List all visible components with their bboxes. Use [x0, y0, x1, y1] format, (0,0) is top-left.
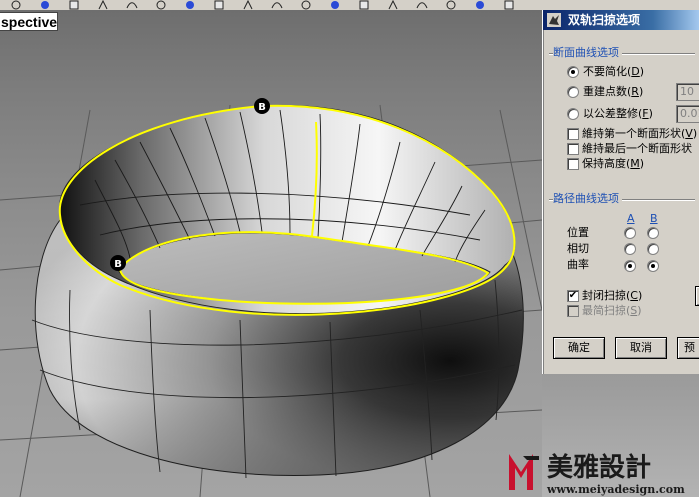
cone-icon[interactable] [416, 0, 428, 10]
sweep-icon[interactable] [126, 0, 138, 10]
curve-tool-icon[interactable] [10, 0, 22, 10]
watermark-brand: 美雅設計 [547, 452, 651, 483]
rebuild-count-field[interactable]: 10 [676, 83, 699, 101]
loft-icon[interactable] [184, 0, 196, 10]
label-closed-sweep: 封闭扫掠(C) [582, 289, 643, 302]
radio-position-a[interactable] [624, 227, 636, 239]
torus-icon[interactable] [358, 0, 370, 10]
watermark-url: www.meiyadesign.com [546, 483, 685, 496]
label-no-simplify: 不要简化(D) [583, 65, 645, 78]
revolve-icon[interactable] [155, 0, 167, 10]
label-keep-first-shape: 維持第一个断面形状(V) [582, 127, 698, 140]
dialog-title: 双轨扫掠选项 [568, 13, 641, 27]
label-maintain-height: 保持高度(M) [582, 157, 645, 170]
svg-text:B: B [114, 259, 122, 270]
radio-rebuild[interactable] [567, 86, 579, 98]
point-label-b-left[interactable]: B [110, 255, 126, 271]
radio-curvature-b[interactable] [647, 260, 659, 272]
layer-icon[interactable] [68, 0, 80, 10]
label-tangency: 相切 [567, 242, 589, 255]
extrude-icon[interactable] [445, 0, 457, 10]
side-button-stub[interactable] [695, 286, 699, 306]
viewport-title[interactable]: spective [0, 12, 58, 31]
main-toolbar [0, 0, 699, 10]
radio-tangency-a[interactable] [624, 243, 636, 255]
shell-icon[interactable] [474, 0, 486, 10]
meiya-design-watermark: 美雅設計 www.meiyadesign.com [509, 452, 685, 496]
check-keep-first-shape[interactable] [567, 128, 579, 140]
patch-icon[interactable] [242, 0, 254, 10]
radio-curvature-a[interactable] [624, 260, 636, 272]
column-header-a: A [627, 212, 635, 225]
check-maintain-height[interactable] [567, 158, 579, 170]
radio-no-simplify[interactable] [567, 66, 579, 78]
label-position: 位置 [567, 226, 589, 239]
point-icon[interactable] [97, 0, 109, 10]
check-closed-sweep[interactable]: ✔ [567, 290, 579, 302]
perspective-viewport[interactable]: B B spective [0, 10, 542, 497]
refit-tolerance-field[interactable]: 0.01 [676, 105, 699, 123]
cancel-button[interactable]: 取消 [615, 337, 667, 359]
blend-icon[interactable] [271, 0, 283, 10]
check-keep-last-shape[interactable] [567, 143, 579, 155]
box-icon[interactable] [387, 0, 399, 10]
check-simple-sweep [567, 305, 579, 317]
section-label-cross: 断面曲线选项 [553, 46, 622, 60]
radio-refit[interactable] [567, 108, 579, 120]
sweep2-options-dialog: 双轨扫掠选项 断面曲线选项 不要简化(D) 重建点数(R) 10 以公差整修(F… [542, 10, 699, 374]
rhino-app-icon [547, 13, 561, 27]
label-curvature: 曲率 [567, 258, 589, 271]
preview-button[interactable]: 预 [677, 337, 699, 359]
cylinder-icon[interactable] [329, 0, 341, 10]
chair-model-scene: B B [0, 98, 542, 497]
label-rebuild: 重建点数(R) [583, 85, 644, 98]
radio-position-b[interactable] [647, 227, 659, 239]
ok-button[interactable]: 确定 [553, 337, 605, 359]
section-label-rail: 路径曲线选项 [553, 192, 622, 206]
mesh-icon[interactable] [503, 0, 515, 10]
fillet-icon[interactable] [300, 0, 312, 10]
label-refit: 以公差整修(F) [583, 107, 653, 120]
dialog-titlebar[interactable]: 双轨扫掠选项 [543, 10, 699, 30]
point-label-b-top[interactable]: B [254, 98, 270, 114]
sphere-icon[interactable] [39, 0, 51, 10]
label-keep-last-shape: 維持最后一个断面形状 [582, 142, 692, 155]
radio-tangency-b[interactable] [647, 243, 659, 255]
column-header-b: B [650, 212, 658, 225]
label-simple-sweep: 最简扫掠(S) [582, 304, 642, 317]
surface-icon[interactable] [213, 0, 225, 10]
svg-text:B: B [258, 102, 266, 113]
